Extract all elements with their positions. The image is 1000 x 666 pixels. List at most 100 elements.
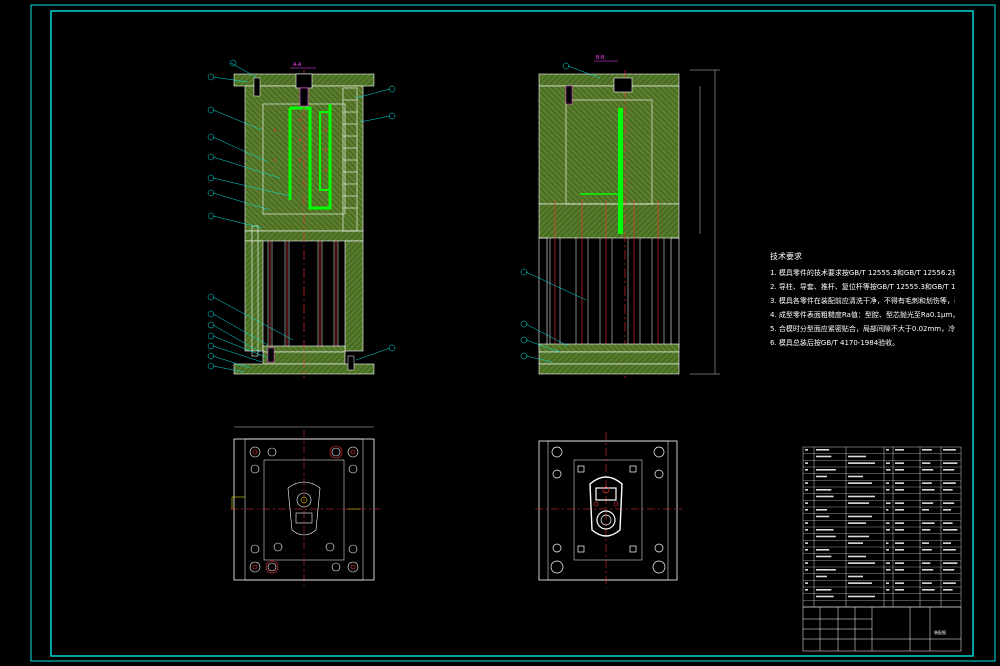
bom-cell-mark <box>848 502 869 504</box>
bom-cell-mark <box>805 582 808 584</box>
height-dimension <box>690 69 720 375</box>
bom-cell-mark <box>895 522 904 524</box>
bom-cell-mark <box>848 562 875 564</box>
bom-cell-mark <box>816 529 834 531</box>
bom-cell-mark <box>848 595 875 598</box>
bom-cell-mark <box>816 555 832 558</box>
technical-note-4: 4. 成型零件表面粗糙度Ra值：型腔、型芯抛光至Ra0.1μm，其余Ra0.8μ… <box>770 311 955 319</box>
bom-cell-mark <box>816 589 832 591</box>
plan-view-left <box>230 426 380 590</box>
title-block <box>802 606 962 652</box>
bom-cell-mark <box>895 582 904 584</box>
bom-cell-mark <box>886 482 889 484</box>
bom-cell-mark <box>922 569 934 571</box>
bom-cell-mark <box>895 482 904 484</box>
bom-cell-mark <box>805 589 808 591</box>
plan-view-right <box>535 432 682 588</box>
bom-cell-mark <box>886 529 890 531</box>
bom-cell-mark <box>922 469 934 471</box>
bom-cell-mark <box>805 529 808 531</box>
technical-notes-title: 技术要求 <box>770 252 802 261</box>
bom-cell-mark <box>922 509 929 511</box>
bom-cell-mark <box>848 455 866 458</box>
technical-note-3: 3. 模具各零件在装配前应清洗干净，不得有毛刺和划伤等，表面清洁。 <box>770 297 955 305</box>
title-block-drawing-name: 装配图 <box>934 629 946 635</box>
bom-cell-mark <box>805 482 808 484</box>
bom-cell-mark <box>848 522 866 524</box>
bom-cell-mark <box>805 509 808 511</box>
bom-cell-mark <box>816 475 827 478</box>
bom-cell-mark <box>816 495 834 498</box>
bom-cell-mark <box>943 469 955 471</box>
bom-cell-mark <box>895 469 904 471</box>
bom-cell-mark <box>886 522 890 524</box>
bom-cell-mark <box>943 502 955 504</box>
bom-cell-mark <box>922 502 934 504</box>
bom-cell-mark <box>943 549 956 551</box>
bom-cell-mark <box>895 462 904 464</box>
technical-note-1: 1. 模具零件的技术要求按GB/T 12555.3和GB/T 12556.2规定… <box>770 269 955 277</box>
bom-cell-mark <box>848 582 872 584</box>
bom-cell-mark <box>895 529 904 531</box>
bom-cell-mark <box>922 449 932 451</box>
section-label-right: B-B <box>596 55 605 61</box>
bom-cell-mark <box>943 489 953 491</box>
bom-cell-mark <box>848 555 866 558</box>
bom-cell-mark <box>922 482 932 484</box>
bom-cell-mark <box>895 489 904 491</box>
bom-cell-mark <box>943 449 956 451</box>
bom-cell-mark <box>816 535 836 538</box>
bom-cell-mark <box>895 542 904 544</box>
bom-cell-mark <box>895 502 904 504</box>
bom-cell-mark <box>886 542 889 544</box>
bom-cell-mark <box>805 489 808 491</box>
bom-cell-mark <box>922 522 935 524</box>
bom-cell-mark <box>848 475 863 478</box>
bom-cell-mark <box>816 595 834 598</box>
bom-cell-mark <box>886 469 891 471</box>
bom-cell-mark <box>886 589 890 591</box>
bom-cell-mark <box>895 549 904 551</box>
bom-cell-mark <box>816 489 832 491</box>
technical-note-2: 2. 导柱、导套、推杆、复位杆等按GB/T 12555.3和GB/T 12556… <box>770 283 955 291</box>
bom-cell-mark <box>922 529 931 531</box>
bom-cell-mark <box>922 549 932 551</box>
bom-cell-mark <box>922 589 935 591</box>
bom-cell-mark <box>922 582 932 584</box>
bom-cell-mark <box>848 575 863 578</box>
bom-cell-mark <box>895 509 904 511</box>
bom-cell-mark <box>943 569 955 571</box>
bom-cell-mark <box>922 489 935 491</box>
bom-cell-mark <box>886 489 890 491</box>
bom-cell-mark <box>816 569 836 571</box>
bom-cell-mark <box>848 495 875 498</box>
bom-cell-mark <box>805 449 808 451</box>
section-view-right: B-B <box>538 55 680 378</box>
bom-cell-mark <box>816 575 827 578</box>
bom-cell-mark <box>805 549 808 551</box>
bom-cell-mark <box>886 562 890 564</box>
bom-cell-mark <box>886 549 889 551</box>
bom-cell-mark <box>943 482 956 484</box>
bom-cell-mark <box>943 522 953 524</box>
bom-cell-mark <box>922 562 931 564</box>
bom-cell-mark <box>816 549 830 551</box>
bom-cell-mark <box>943 542 951 544</box>
bom-cell-mark <box>886 449 889 451</box>
bom-cell-mark <box>816 509 827 511</box>
bom-cell-mark <box>848 515 872 518</box>
bom-cell-mark <box>816 469 836 471</box>
technical-note-5: 5. 合模时分型面应紧密贴合，局部间隙不大于0.02mm，冷却水道畅通。 <box>770 325 955 333</box>
bom-cell-mark <box>886 569 891 571</box>
bom-cell-mark <box>848 535 869 538</box>
bom-cell-mark <box>886 509 889 511</box>
bom-cell-mark <box>805 522 808 524</box>
bom-cell-mark <box>943 589 953 591</box>
technical-note-6: 6. 模具总装后按GB/T 4170-1984验收。 <box>770 339 900 347</box>
bom-cell-mark <box>886 502 891 504</box>
bom-cell-mark <box>922 462 931 464</box>
bom-cell-mark <box>848 462 875 464</box>
bom-cell-mark <box>805 462 808 464</box>
section-view-left: A-A <box>233 62 375 378</box>
bom-cell-mark <box>805 542 808 544</box>
